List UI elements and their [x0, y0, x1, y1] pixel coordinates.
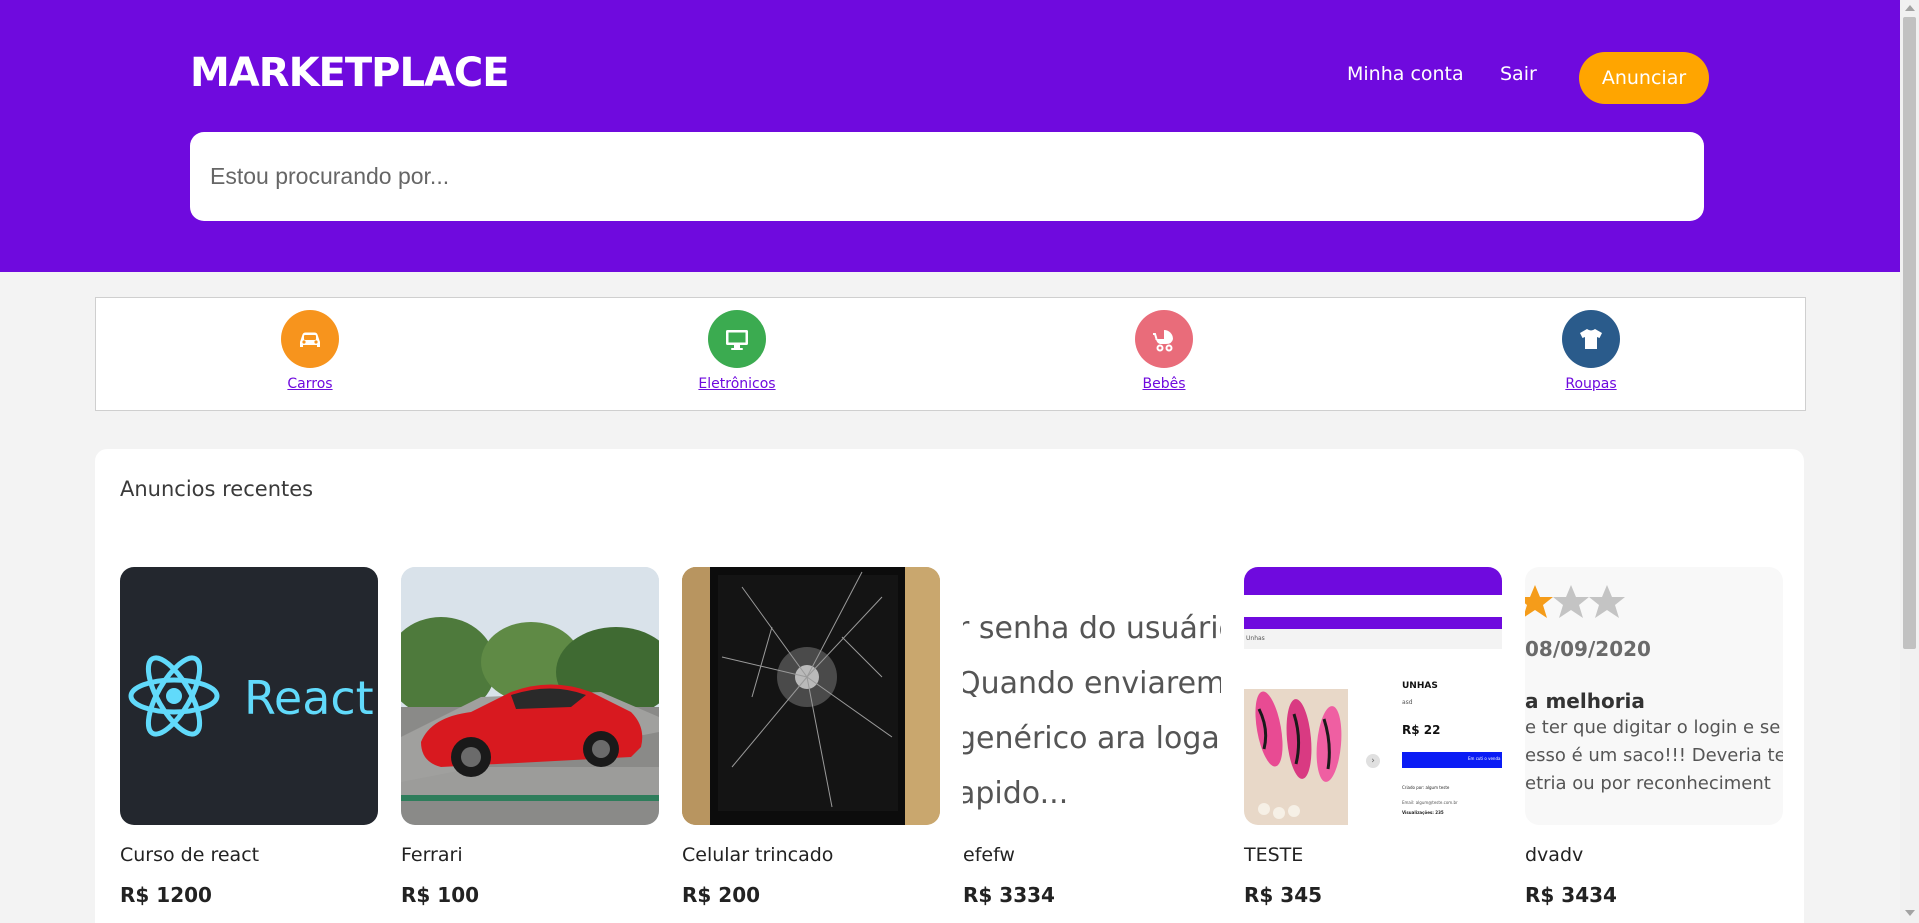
scroll-down-icon[interactable] [1905, 910, 1915, 916]
ad-image-text: genérico ara logar r [963, 721, 1221, 756]
ad-image-text: 08/09/2020 [1525, 637, 1651, 661]
car-photo-icon [401, 567, 659, 825]
search-input[interactable] [190, 132, 1704, 221]
category-carros[interactable]: Carros [230, 310, 390, 392]
header: MARKETPLACE Minha conta Sair Anunciar [0, 0, 1900, 272]
ad-image: React [120, 567, 378, 825]
ad-title: Curso de react [120, 844, 260, 866]
ad-title: Ferrari [401, 844, 463, 866]
ad-image-text: UNHAS [1402, 681, 1438, 691]
ad-price: R$ 3434 [1525, 883, 1617, 907]
categories-bar: Carros Eletrônicos Bebês Roupas [95, 297, 1806, 411]
ad-image [682, 567, 940, 825]
page: MARKETPLACE Minha conta Sair Anunciar Ca… [0, 0, 1900, 923]
phone-photo-icon [682, 567, 940, 825]
ad-price: R$ 3334 [963, 883, 1055, 907]
section-title: Anuncios recentes [120, 477, 314, 501]
ad-title: TESTE [1244, 844, 1304, 866]
ad-image-text: Visualizações: 235 [1402, 810, 1444, 815]
category-roupas[interactable]: Roupas [1511, 310, 1671, 392]
ad-title: efefw [963, 844, 1015, 866]
ad-image-text: e ter que digitar o login e se [1525, 717, 1781, 738]
announce-button[interactable]: Anunciar [1579, 52, 1709, 104]
scrollbar-thumb[interactable] [1903, 17, 1916, 649]
ad-image: 08/09/2020 a melhoria e ter que digitar … [1525, 567, 1783, 825]
ad-price: R$ 200 [682, 883, 761, 907]
ad-image-text: Quando enviarem o [963, 666, 1221, 701]
ad-image-text: esso é um saco!!! Deveria te [1525, 745, 1783, 766]
ad-card[interactable]: Celular trincado R$ 200 [682, 567, 940, 907]
monitor-icon [708, 310, 766, 368]
ad-price: R$ 100 [401, 883, 480, 907]
ad-card[interactable]: Ferrari R$ 100 [401, 567, 659, 907]
ad-image-text: React [244, 671, 374, 725]
ad-card[interactable]: Unhas UNHAS asd R$ 22 Em cuti o venda › … [1244, 567, 1502, 907]
category-label[interactable]: Eletrônicos [657, 376, 817, 392]
chevron-right-icon: › [1366, 754, 1380, 768]
ad-image-text: R$ 22 [1402, 723, 1441, 737]
ad-image-text: a melhoria [1525, 689, 1645, 713]
ad-title: dvadv [1525, 844, 1584, 866]
site-logo[interactable]: MARKETPLACE [190, 50, 510, 96]
ad-price: R$ 345 [1244, 883, 1323, 907]
category-bebes[interactable]: Bebês [1084, 310, 1244, 392]
ad-card[interactable]: 08/09/2020 a melhoria e ter que digitar … [1525, 567, 1783, 907]
ad-image [401, 567, 659, 825]
ad-image: r senha do usuário Quando enviarem o gen… [963, 567, 1221, 825]
category-label[interactable]: Roupas [1511, 376, 1671, 392]
ad-card[interactable]: React Curso de react R$ 1200 [120, 567, 378, 907]
ad-image-text: Criado por: algum teste [1402, 785, 1450, 790]
ad-image: Unhas UNHAS asd R$ 22 Em cuti o venda › … [1244, 567, 1502, 825]
ad-card[interactable]: r senha do usuário Quando enviarem o gen… [963, 567, 1221, 907]
car-icon [281, 310, 339, 368]
nails-photo-icon [1244, 689, 1348, 825]
ad-image-text: Email: algum@teste.com.br [1402, 800, 1458, 805]
scroll-up-icon[interactable] [1905, 5, 1915, 11]
ad-title: Celular trincado [682, 844, 834, 866]
ad-price: R$ 1200 [120, 883, 212, 907]
ad-image-text: etria ou por reconheciment [1525, 773, 1771, 794]
logout-link[interactable]: Sair [1500, 63, 1537, 85]
recent-ads-section: Anuncios recentes React Curso de react R… [95, 449, 1804, 923]
category-label[interactable]: Bebês [1084, 376, 1244, 392]
star-rating-icon [1525, 585, 1625, 618]
category-eletronicos[interactable]: Eletrônicos [657, 310, 817, 392]
category-label[interactable]: Carros [230, 376, 390, 392]
ad-image-text: apido... [963, 776, 1069, 811]
ad-image-text: r senha do usuário [963, 611, 1221, 646]
stroller-icon [1135, 310, 1193, 368]
ad-image-text: Unhas [1246, 635, 1265, 642]
ad-image-text: Em cuti o venda [1468, 756, 1501, 761]
ad-image-text: asd [1402, 699, 1413, 706]
vertical-scrollbar[interactable] [1900, 0, 1919, 923]
my-account-link[interactable]: Minha conta [1347, 63, 1464, 85]
shirt-icon [1562, 310, 1620, 368]
